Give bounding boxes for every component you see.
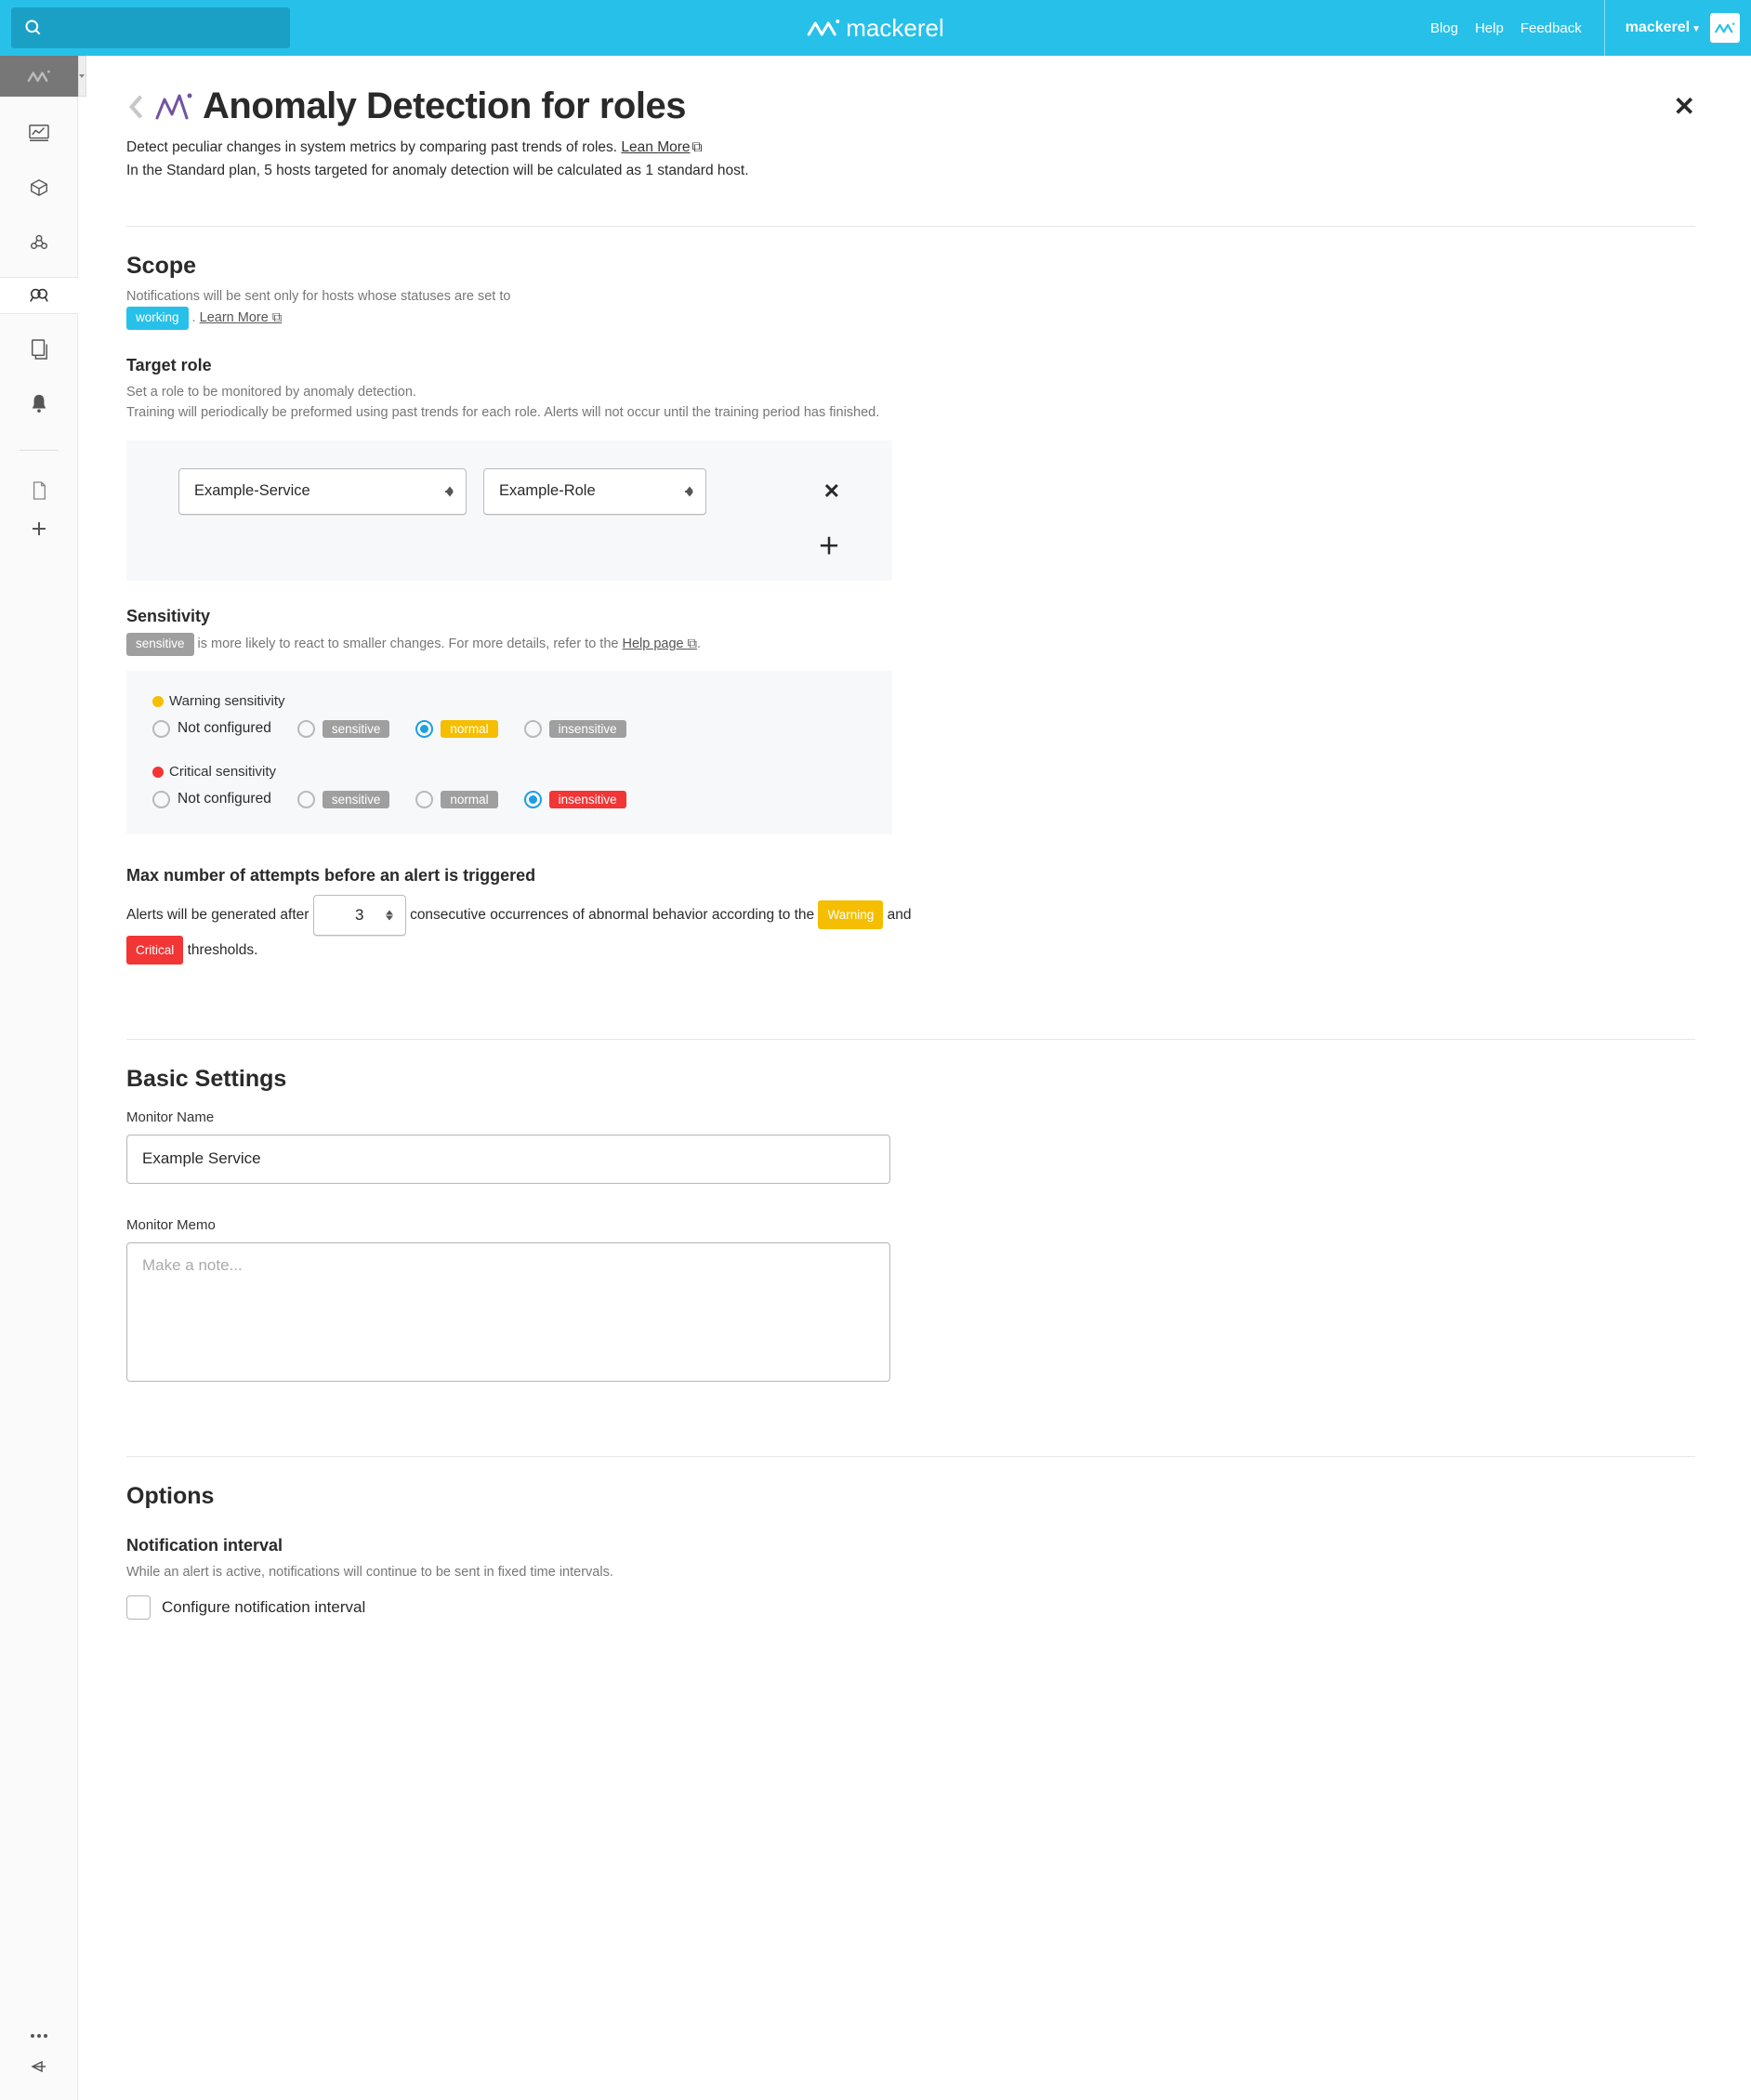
org-switcher[interactable]: mackerel▼ (1604, 0, 1740, 56)
select-caret-icon (686, 486, 693, 496)
attempts-heading: Max number of attempts before an alert i… (126, 866, 1695, 886)
remove-role-icon[interactable]: ✕ (823, 479, 840, 504)
brand-text: mackerel (846, 14, 943, 43)
close-icon[interactable]: ✕ (1674, 91, 1695, 122)
sidebar-item-channels[interactable] (0, 331, 78, 368)
sidebar-item-alerts[interactable] (0, 385, 78, 422)
critical-sensitivity-options: Not configured sensitive normal insensit… (152, 791, 866, 808)
page-title: Anomaly Detection for roles (203, 85, 686, 127)
org-avatar (1710, 13, 1740, 43)
status-badge-working: working (126, 307, 189, 330)
sidebar-collapse-icon[interactable] (31, 2061, 47, 2072)
main-content: Anomaly Detection for roles ✕ Detect pec… (78, 56, 1751, 2100)
critical-radio-insensitive[interactable] (524, 791, 542, 808)
back-chevron-icon[interactable] (126, 94, 145, 120)
anomaly-icon (154, 90, 193, 124)
sidebar-item-dashboards[interactable] (0, 115, 78, 152)
sensitivity-note: sensitive is more likely to react to sma… (126, 633, 935, 656)
sidebar-item-add[interactable] (0, 519, 78, 538)
help-page-link[interactable]: Help page ⧉ (623, 637, 698, 651)
sensitivity-heading: Sensitivity (126, 607, 1695, 626)
warning-sensitivity-options: Not configured sensitive normal insensit… (152, 720, 866, 738)
add-role-icon[interactable]: ＋ (178, 528, 840, 560)
intro-text: Detect peculiar changes in system metric… (126, 137, 1695, 183)
target-note: Set a role to be monitored by anomaly de… (126, 382, 935, 424)
search-icon (24, 19, 43, 37)
brand-logo[interactable]: mackerel (807, 14, 943, 43)
sidebar-item-new-doc[interactable] (0, 479, 78, 503)
role-select[interactable]: Example-Role (483, 468, 706, 515)
sensitive-badge: sensitive (126, 633, 194, 656)
target-role-heading: Target role (126, 356, 1695, 375)
warning-radio-none[interactable] (152, 720, 170, 738)
notification-interval-note: While an alert is active, notifications … (126, 1562, 1695, 1582)
monitor-memo-input[interactable]: Make a note... (126, 1242, 890, 1382)
sidebar-more-icon[interactable] (30, 2033, 48, 2039)
warning-radio-normal[interactable] (415, 720, 433, 738)
org-name: mackerel (1626, 20, 1690, 35)
warning-sensitivity-label: Warning sensitivity (152, 693, 866, 709)
scope-note: Notifications will be sent only for host… (126, 286, 1695, 330)
external-link-icon: ⧉ (688, 637, 697, 651)
options-heading: Options (126, 1483, 1695, 1510)
learn-more-link[interactable]: Lean More⧉ (621, 139, 702, 155)
monitor-name-value: Example Service (142, 1149, 261, 1168)
role-select-value: Example-Role (499, 482, 596, 500)
critical-threshold-badge: Critical (126, 936, 183, 965)
attempts-text: Alerts will be generated after 3 consecu… (126, 895, 935, 965)
attempts-select[interactable]: 3 (313, 895, 406, 936)
sidebar (0, 56, 78, 2100)
critical-sensitivity-label: Critical sensitivity (152, 764, 866, 780)
notification-interval-checkbox-label: Configure notification interval (162, 1598, 365, 1617)
attempts-value: 3 (355, 899, 363, 931)
warning-threshold-badge: Warning (818, 900, 883, 929)
blog-link[interactable]: Blog (1430, 20, 1458, 36)
monitor-name-input[interactable]: Example Service (126, 1135, 890, 1184)
select-caret-icon (446, 486, 454, 496)
critical-radio-none[interactable] (152, 791, 170, 808)
sidebar-item-monitors[interactable] (0, 277, 78, 314)
target-role-panel: Example-Service Example-Role ✕ ＋ (126, 440, 892, 581)
monitor-memo-label: Monitor Memo (126, 1217, 1695, 1233)
scope-heading: Scope (126, 253, 1695, 280)
select-caret-icon (386, 910, 393, 920)
service-select[interactable]: Example-Service (178, 468, 467, 515)
sidebar-item-hosts[interactable] (0, 169, 78, 206)
sidebar-org-icon[interactable] (0, 56, 78, 97)
warning-radio-sensitive[interactable] (297, 720, 315, 738)
chevron-down-icon (79, 73, 85, 79)
scope-learn-more-link[interactable]: Learn More ⧉ (200, 310, 283, 325)
sidebar-item-services[interactable] (0, 223, 78, 260)
critical-radio-sensitive[interactable] (297, 791, 315, 808)
topbar-links: Blog Help Feedback mackerel▼ (1430, 0, 1740, 56)
notification-interval-checkbox[interactable] (126, 1595, 151, 1620)
topbar: mackerel Blog Help Feedback mackerel▼ (0, 0, 1751, 56)
warning-radio-insensitive[interactable] (524, 720, 542, 738)
monitor-name-label: Monitor Name (126, 1109, 1695, 1125)
service-select-value: Example-Service (194, 482, 310, 500)
feedback-link[interactable]: Feedback (1521, 20, 1582, 36)
critical-radio-normal[interactable] (415, 791, 433, 808)
sensitivity-panel: Warning sensitivity Not configured sensi… (126, 671, 892, 834)
mackerel-logo-icon (807, 16, 840, 40)
external-link-icon: ⧉ (692, 137, 703, 160)
search-input[interactable] (11, 7, 290, 48)
notification-interval-heading: Notification interval (126, 1536, 1695, 1555)
external-link-icon: ⧉ (272, 310, 282, 325)
basic-settings-heading: Basic Settings (126, 1066, 1695, 1093)
help-link[interactable]: Help (1475, 20, 1504, 36)
